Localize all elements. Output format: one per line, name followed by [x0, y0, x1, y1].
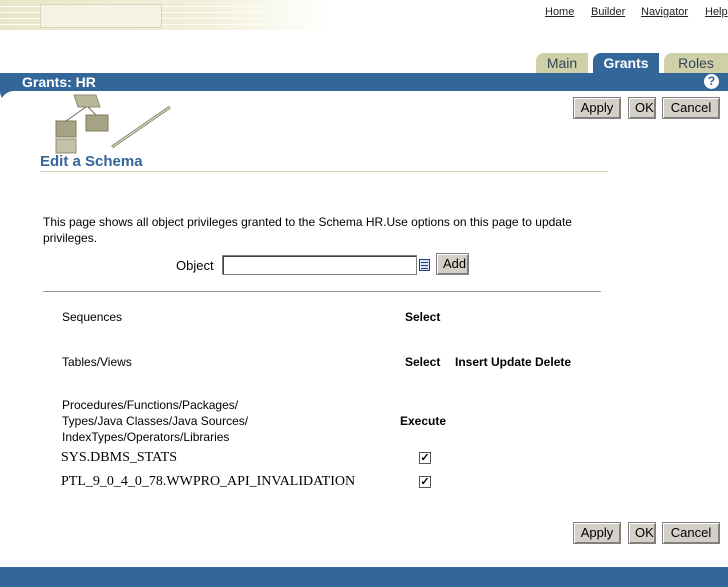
object-row-name: PTL_9_0_4_0_78.WWPRO_API_INVALIDATION [61, 474, 356, 489]
builder-link[interactable]: Builder [591, 6, 625, 18]
object-row-name: SYS.DBMS_STATS [61, 450, 177, 465]
object-input[interactable] [222, 255, 417, 275]
schema-illustration-icon [55, 94, 171, 154]
cancel-button-top[interactable]: Cancel [662, 97, 720, 119]
header-curve-inner [0, 91, 30, 105]
page-description: This page shows all object privileges gr… [43, 215, 572, 245]
tables-views-label: Tables/Views [62, 355, 132, 369]
add-button[interactable]: Add [436, 253, 469, 275]
ok-button-top[interactable]: OK [628, 97, 656, 119]
execute-checkbox[interactable]: ✓ [419, 476, 431, 488]
heading-divider [40, 171, 608, 172]
header-bar [0, 73, 728, 91]
sequences-privs: Select [405, 310, 441, 324]
tab-roles[interactable]: Roles [664, 53, 728, 73]
product-logo [40, 4, 162, 28]
tab-grants[interactable]: Grants [593, 53, 659, 73]
section-divider [43, 291, 601, 292]
list-of-values-icon[interactable] [419, 259, 430, 271]
page-title: Grants: HR [22, 74, 96, 90]
home-link[interactable]: Home [545, 6, 574, 18]
apply-button-top[interactable]: Apply [573, 97, 621, 119]
procedures-label-2: Types/Java Classes/Java Sources/ [62, 414, 249, 428]
object-label: Object [176, 258, 214, 273]
tables-other-privs: Insert Update Delete [455, 355, 572, 369]
ok-button-bottom[interactable]: OK [628, 522, 656, 544]
procedures-label-1: Procedures/Functions/Packages/ [62, 398, 239, 412]
footer-bar [0, 567, 728, 587]
navigator-link[interactable]: Navigator [641, 6, 688, 18]
procedures-execute-priv: Execute [400, 414, 447, 428]
cancel-button-bottom[interactable]: Cancel [662, 522, 720, 544]
help-link[interactable]: Help [705, 6, 728, 18]
tables-select-priv: Select [405, 355, 441, 369]
sequences-label: Sequences [62, 310, 123, 324]
execute-checkbox[interactable]: ✓ [419, 452, 431, 464]
procedures-label-3: IndexTypes/Operators/Libraries [62, 430, 230, 444]
apply-button-bottom[interactable]: Apply [573, 522, 621, 544]
tab-main[interactable]: Main [536, 53, 588, 73]
help-icon[interactable]: ? [704, 74, 719, 89]
section-heading: Edit a Schema [40, 153, 143, 170]
